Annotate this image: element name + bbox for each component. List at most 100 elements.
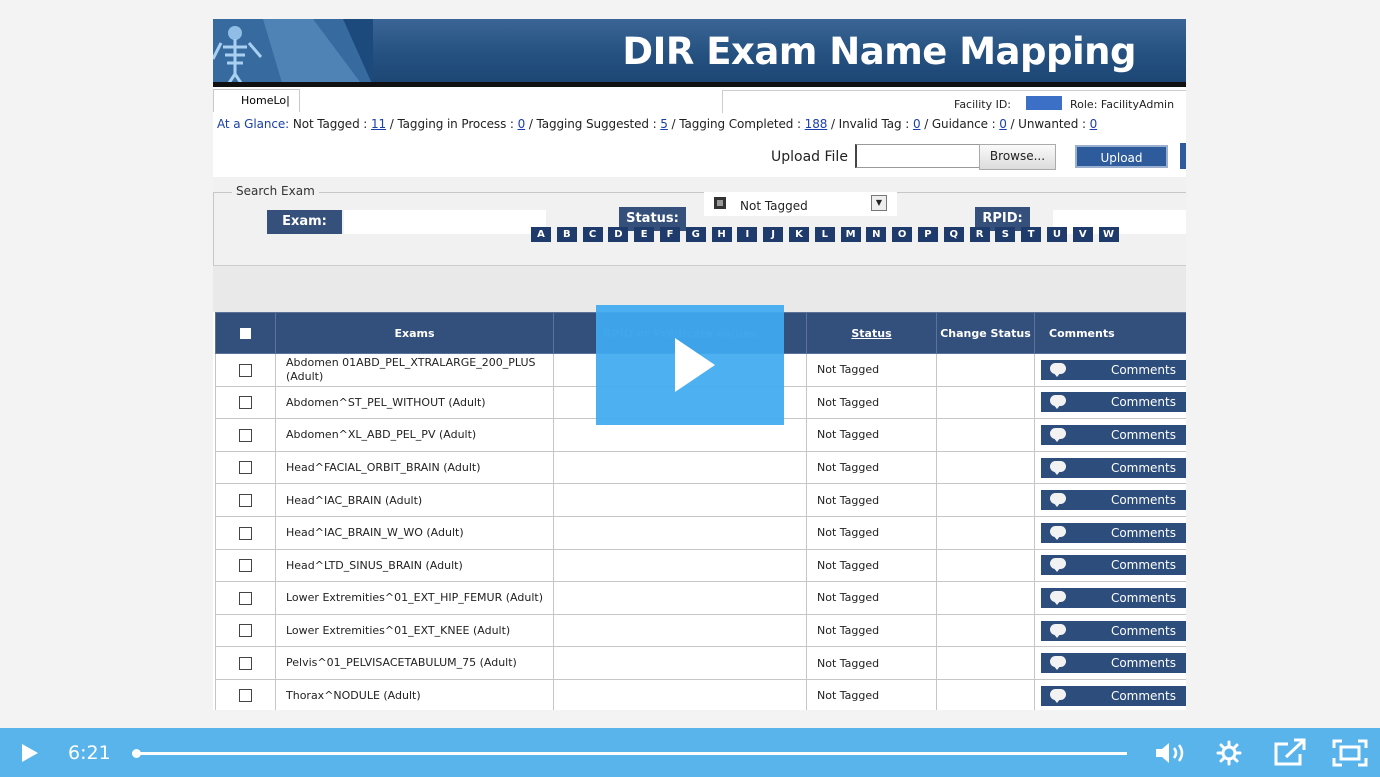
- letter-filter-button[interactable]: F: [659, 227, 680, 242]
- row-select-cell: [215, 418, 276, 452]
- upload-button[interactable]: Upload: [1075, 145, 1168, 168]
- row-select-cell: [215, 548, 276, 583]
- comments-cell: Comments: [1034, 613, 1186, 648]
- letter-filter-button[interactable]: J: [763, 227, 784, 242]
- select-all-checkbox[interactable]: [240, 328, 251, 339]
- change-status-cell: [936, 548, 1035, 583]
- comments-button[interactable]: Comments: [1041, 359, 1186, 380]
- comments-button[interactable]: Comments: [1041, 392, 1186, 413]
- not-tagged-count-link[interactable]: 11: [371, 117, 386, 131]
- row-checkbox[interactable]: [239, 689, 252, 703]
- letter-filter-button[interactable]: V: [1072, 227, 1093, 242]
- in-process-count-link[interactable]: 0: [518, 117, 526, 131]
- fullscreen-icon[interactable]: [1332, 739, 1368, 767]
- speech-bubble-icon: [1050, 688, 1066, 703]
- completed-count-link[interactable]: 188: [805, 117, 828, 131]
- play-icon: [675, 338, 715, 392]
- invalid-count-link[interactable]: 0: [913, 117, 921, 131]
- comments-button-label: Comments: [1110, 525, 1176, 540]
- change-status-cell: [936, 385, 1035, 420]
- row-checkbox[interactable]: [239, 624, 252, 638]
- letter-filter-button[interactable]: O: [892, 227, 913, 242]
- letter-filter-button[interactable]: T: [1021, 227, 1042, 242]
- exam-name-cell: Head^LTD_SINUS_BRAIN (Adult): [275, 548, 554, 583]
- chevron-down-icon[interactable]: ▼: [871, 195, 887, 211]
- comments-cell: Comments: [1034, 515, 1186, 550]
- guidance-count-link[interactable]: 0: [999, 117, 1007, 131]
- video-play-overlay[interactable]: [596, 305, 784, 425]
- table-row: Head^IAC_BRAIN (Adult) Not Tagged Comments: [215, 483, 1186, 517]
- suggested-count-link[interactable]: 5: [660, 117, 668, 131]
- speech-bubble-icon: [1050, 460, 1066, 475]
- row-checkbox[interactable]: [239, 591, 252, 605]
- letter-filter-button[interactable]: W: [1098, 227, 1119, 242]
- exams-header: Exams: [275, 312, 554, 354]
- play-button[interactable]: [22, 744, 38, 762]
- glance-item-label: Tagging in Process :: [397, 117, 514, 131]
- volume-icon[interactable]: [1154, 741, 1188, 765]
- comments-button[interactable]: Comments: [1041, 587, 1186, 608]
- comments-button[interactable]: Comments: [1041, 620, 1186, 641]
- row-checkbox[interactable]: [239, 526, 252, 540]
- comments-button[interactable]: Comments: [1041, 490, 1186, 511]
- comments-button-label: Comments: [1110, 558, 1176, 573]
- gear-icon[interactable]: [1216, 740, 1242, 766]
- row-checkbox[interactable]: [239, 396, 252, 410]
- status-header[interactable]: Status: [806, 312, 937, 354]
- row-checkbox[interactable]: [239, 461, 252, 475]
- letter-filter-button[interactable]: S: [995, 227, 1016, 242]
- letter-filter-button[interactable]: H: [711, 227, 732, 242]
- comments-button-label: Comments: [1110, 362, 1176, 377]
- comments-button[interactable]: Comments: [1041, 424, 1186, 445]
- comments-button[interactable]: Comments: [1041, 522, 1186, 543]
- progress-track[interactable]: [132, 752, 1127, 755]
- letter-filter-button[interactable]: E: [634, 227, 655, 242]
- exam-search-input[interactable]: [344, 210, 546, 234]
- rpid-cell: [553, 581, 807, 615]
- comments-button[interactable]: Comments: [1041, 555, 1186, 576]
- letter-filter-button[interactable]: L: [814, 227, 835, 242]
- exam-name-cell: Lower Extremities^01_EXT_KNEE (Adult): [275, 613, 554, 648]
- upload-file-input[interactable]: [855, 144, 980, 168]
- letter-filter-button[interactable]: G: [685, 227, 706, 242]
- letter-filter-button[interactable]: M: [840, 227, 861, 242]
- share-icon[interactable]: [1272, 737, 1308, 767]
- rpid-cell: [553, 646, 807, 680]
- select-all-header[interactable]: [215, 312, 276, 354]
- comments-button-label: Comments: [1110, 493, 1176, 508]
- letter-filter-button[interactable]: B: [556, 227, 577, 242]
- letter-filter-button[interactable]: Q: [943, 227, 964, 242]
- comments-button[interactable]: Comments: [1041, 653, 1186, 674]
- letter-filter-button[interactable]: C: [582, 227, 603, 242]
- comments-button[interactable]: Comments: [1041, 685, 1186, 706]
- row-checkbox[interactable]: [239, 559, 252, 573]
- comments-cell: Comments: [1034, 418, 1186, 452]
- table-row: Thorax^NODULE (Adult) Not Tagged Comments: [215, 678, 1186, 710]
- exam-name-cell: Head^IAC_BRAIN_W_WO (Adult): [275, 515, 554, 550]
- status-selected-value: Not Tagged: [740, 199, 808, 213]
- banner-divider: [213, 82, 1186, 87]
- row-checkbox[interactable]: [239, 428, 252, 442]
- row-checkbox[interactable]: [239, 656, 252, 670]
- row-checkbox[interactable]: [239, 493, 252, 507]
- browse-button[interactable]: Browse...: [979, 144, 1056, 170]
- status-select[interactable]: Not Tagged ▼: [704, 192, 897, 216]
- letter-filter-button[interactable]: D: [608, 227, 629, 242]
- letter-filter-button[interactable]: P: [917, 227, 938, 242]
- video-stage[interactable]: DIR Exam Name Mapping HomeLo| Facility I…: [0, 0, 1380, 728]
- skeleton-logo-icon: [213, 19, 373, 86]
- table-row: Lower Extremities^01_EXT_HIP_FEMUR (Adul…: [215, 581, 1186, 615]
- progress-handle[interactable]: [131, 749, 141, 758]
- facility-id-value: [1026, 96, 1062, 110]
- row-checkbox[interactable]: [239, 363, 252, 377]
- letter-filter-button[interactable]: A: [531, 227, 551, 242]
- home-tab[interactable]: HomeLo|: [213, 89, 300, 112]
- toolbar-edge-button[interactable]: [1180, 143, 1186, 169]
- letter-filter-button[interactable]: U: [1046, 227, 1067, 242]
- letter-filter-button[interactable]: N: [866, 227, 887, 242]
- letter-filter-button[interactable]: I: [737, 227, 758, 242]
- letter-filter-button[interactable]: K: [788, 227, 809, 242]
- comments-button[interactable]: Comments: [1041, 457, 1186, 478]
- unwanted-count-link[interactable]: 0: [1090, 117, 1098, 131]
- letter-filter-button[interactable]: R: [969, 227, 990, 242]
